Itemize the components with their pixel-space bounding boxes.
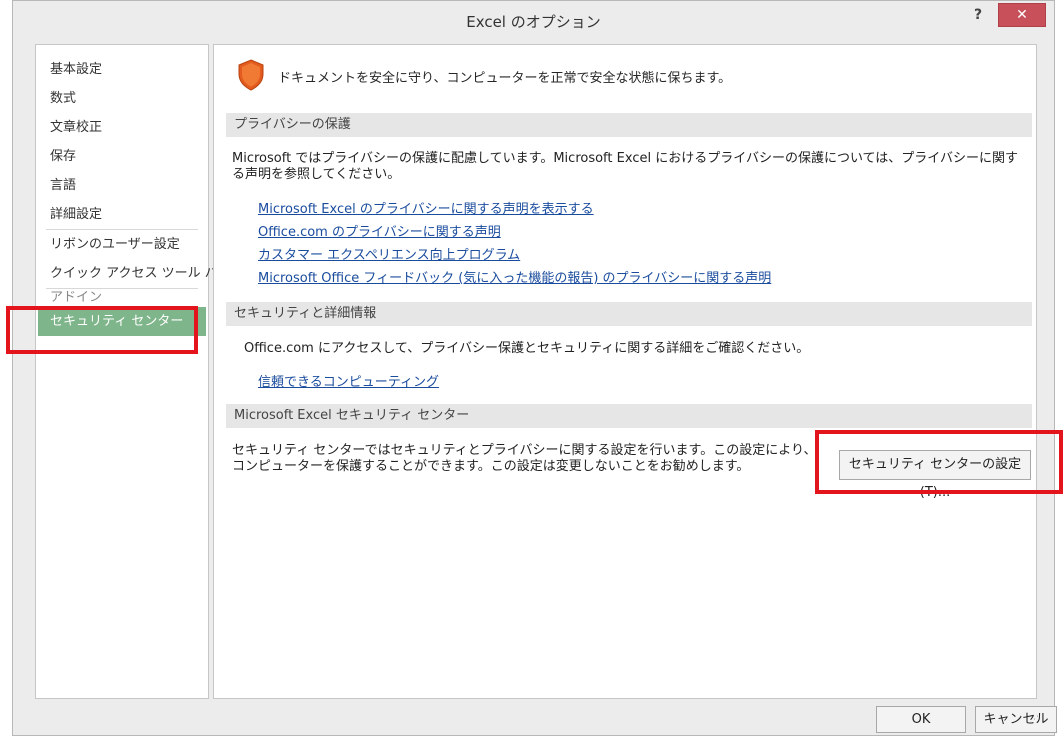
resize-grip-icon[interactable]: ⋰ bbox=[1030, 715, 1040, 725]
ok-button[interactable]: OK bbox=[876, 706, 966, 733]
sidebar-item-save[interactable]: 保存 bbox=[36, 142, 208, 171]
sidebar-item-language[interactable]: 言語 bbox=[36, 171, 208, 200]
dialog-title: Excel のオプション bbox=[466, 13, 601, 31]
sidebar-item-advanced[interactable]: 詳細設定 bbox=[36, 200, 208, 229]
close-icon: ✕ bbox=[1016, 7, 1028, 23]
sidebar-item-general[interactable]: 基本設定 bbox=[36, 55, 208, 84]
excel-privacy-statement-link[interactable]: Microsoft Excel のプライバシーに関する声明を表示する bbox=[258, 198, 594, 217]
privacy-section-header: プライバシーの保護 bbox=[226, 113, 1032, 137]
sidebar-item-quick-access-toolbar[interactable]: クイック アクセス ツール バー bbox=[36, 259, 231, 288]
banner: ドキュメントを安全に守り、コンピューターを正常で安全な状態に保ちます。 bbox=[238, 58, 732, 94]
trust-center-section-header: Microsoft Excel セキュリティ センター bbox=[226, 404, 1032, 428]
title-bar: Excel のオプション ? ✕ bbox=[13, 1, 1054, 37]
trust-center-button-highlight bbox=[815, 430, 1063, 494]
trustworthy-computing-link[interactable]: 信頼できるコンピューティング bbox=[258, 371, 439, 390]
trust-center-description: セキュリティ センターではセキュリティとプライバシーに関する設定を行います。この… bbox=[232, 443, 817, 474]
help-button[interactable]: ? bbox=[966, 7, 990, 27]
sidebar-item-proofing[interactable]: 文章校正 bbox=[36, 113, 208, 142]
sidebar-item-customize-ribbon[interactable]: リボンのユーザー設定 bbox=[36, 230, 208, 259]
banner-text: ドキュメントを安全に守り、コンピューターを正常で安全な状態に保ちます。 bbox=[278, 70, 732, 86]
sidebar-item-addins[interactable]: アドイン bbox=[36, 289, 208, 307]
trust-center-nav-highlight bbox=[6, 306, 198, 354]
feedback-privacy-statement-link[interactable]: Microsoft Office フィードバック (気に入った機能の報告) のプ… bbox=[258, 267, 771, 286]
privacy-description: Microsoft ではプライバシーの保護に配慮しています。Microsoft … bbox=[232, 151, 1019, 182]
sidebar-item-formulas[interactable]: 数式 bbox=[36, 84, 208, 113]
shield-icon bbox=[238, 58, 264, 94]
ceip-link[interactable]: カスタマー エクスペリエンス向上プログラム bbox=[258, 244, 520, 263]
close-button[interactable]: ✕ bbox=[998, 3, 1046, 27]
sidebar-nav: 基本設定 数式 文章校正 保存 言語 詳細設定 リボンのユーザー設定 クイック … bbox=[35, 44, 231, 699]
security-section-header: セキュリティと詳細情報 bbox=[226, 302, 1032, 326]
options-dialog: Excel のオプション ? ✕ 基本設定 数式 文章校正 保存 言語 詳細設定… bbox=[12, 0, 1057, 736]
content-pane: ドキュメントを安全に守り、コンピューターを正常で安全な状態に保ちます。 プライバ… bbox=[213, 44, 1037, 699]
security-description: Office.com にアクセスして、プライバシー保護とセキュリティに関する詳細… bbox=[244, 341, 810, 356]
cancel-button[interactable]: キャンセル bbox=[975, 706, 1057, 733]
office-privacy-statement-link[interactable]: Office.com のプライバシーに関する声明 bbox=[258, 221, 501, 240]
